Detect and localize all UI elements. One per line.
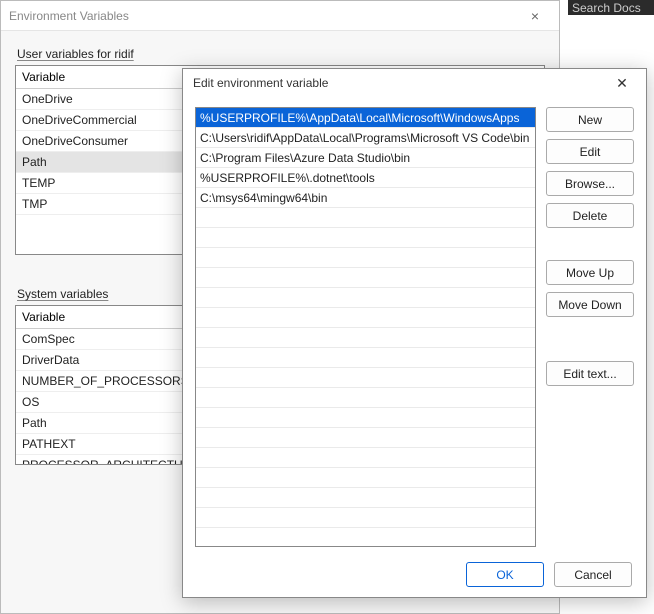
path-entry-empty[interactable] (196, 408, 535, 428)
user-vars-label: User variables for ridif (17, 47, 545, 61)
path-entry-empty[interactable] (196, 288, 535, 308)
edit-environment-variable-dialog: Edit environment variable ✕ %USERPROFILE… (182, 68, 647, 598)
search-docs-label[interactable]: Search Docs (572, 1, 641, 15)
edit-text-button[interactable]: Edit text... (546, 361, 634, 386)
edit-button-column: New Edit Browse... Delete Move Up Move D… (546, 107, 634, 547)
env-titlebar[interactable]: Environment Variables × (1, 1, 559, 31)
close-icon[interactable]: ✕ (608, 75, 636, 92)
path-entry-empty[interactable] (196, 248, 535, 268)
path-entry-empty[interactable] (196, 208, 535, 228)
ok-button[interactable]: OK (466, 562, 544, 587)
path-entry-empty[interactable] (196, 428, 535, 448)
search-docs-panel: Search Docs (568, 0, 654, 15)
path-entry-empty[interactable] (196, 508, 535, 528)
path-entry[interactable]: %USERPROFILE%\AppData\Local\Microsoft\Wi… (196, 108, 535, 128)
path-entry[interactable]: C:\Users\ridif\AppData\Local\Programs\Mi… (196, 128, 535, 148)
path-entry-empty[interactable] (196, 488, 535, 508)
path-entry-empty[interactable] (196, 388, 535, 408)
move-down-button[interactable]: Move Down (546, 292, 634, 317)
path-entry[interactable]: C:\Program Files\Azure Data Studio\bin (196, 148, 535, 168)
path-list[interactable]: %USERPROFILE%\AppData\Local\Microsoft\Wi… (195, 107, 536, 547)
path-entry-empty[interactable] (196, 468, 535, 488)
path-entry-empty[interactable] (196, 348, 535, 368)
new-button[interactable]: New (546, 107, 634, 132)
path-entry-empty[interactable] (196, 328, 535, 348)
edit-title: Edit environment variable (193, 76, 608, 90)
close-icon[interactable]: × (519, 8, 551, 24)
edit-titlebar[interactable]: Edit environment variable ✕ (183, 69, 646, 97)
path-entry[interactable]: %USERPROFILE%\.dotnet\tools (196, 168, 535, 188)
edit-button[interactable]: Edit (546, 139, 634, 164)
path-entry-empty[interactable] (196, 448, 535, 468)
path-entry[interactable]: C:\msys64\mingw64\bin (196, 188, 535, 208)
path-entry-empty[interactable] (196, 228, 535, 248)
env-title: Environment Variables (9, 9, 519, 23)
path-entry-empty[interactable] (196, 368, 535, 388)
delete-button[interactable]: Delete (546, 203, 634, 228)
browse-button[interactable]: Browse... (546, 171, 634, 196)
path-entry-empty[interactable] (196, 308, 535, 328)
path-entry-empty[interactable] (196, 268, 535, 288)
move-up-button[interactable]: Move Up (546, 260, 634, 285)
cancel-button[interactable]: Cancel (554, 562, 632, 587)
